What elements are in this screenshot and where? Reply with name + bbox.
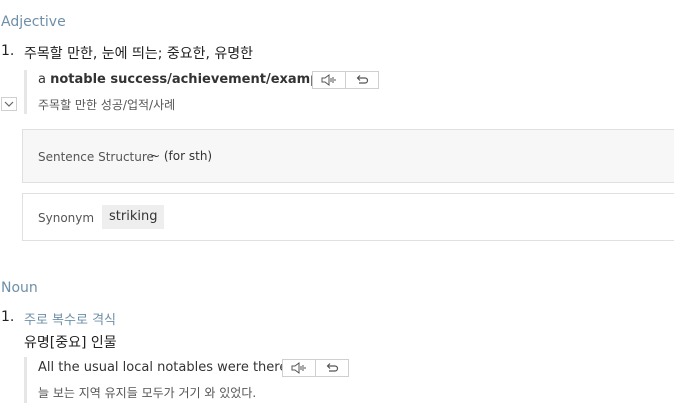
example-sentence: a notable success/achievement/example bbox=[38, 72, 333, 87]
expand-toggle[interactable] bbox=[1, 97, 17, 111]
example-prefix: a bbox=[38, 72, 46, 87]
speaker-button[interactable] bbox=[313, 72, 345, 88]
repeat-icon bbox=[356, 75, 369, 84]
example-translation: 늘 보는 지역 유지들 모두가 거기 와 있었다. bbox=[38, 386, 257, 400]
example-sentence: All the usual local notables were there. bbox=[38, 360, 292, 375]
example-audio-controls bbox=[312, 71, 379, 89]
definition: 주목할 만한, 눈에 띄는; 중요한, 유명한 bbox=[24, 46, 254, 62]
synonym-label: Synonym bbox=[38, 211, 95, 225]
speaker-icon bbox=[321, 74, 336, 86]
example-translation: 주목할 만한 성공/업적/사례 bbox=[38, 98, 176, 112]
sentence-structure-value: ~ (for sth) bbox=[150, 149, 213, 163]
definition: 유명[중요] 인물 bbox=[24, 335, 117, 351]
synonym-chip[interactable]: striking bbox=[102, 205, 165, 229]
speaker-button[interactable] bbox=[283, 360, 315, 376]
pos-label-noun: Noun bbox=[1, 280, 38, 296]
sentence-structure-label: Sentence Structure bbox=[38, 150, 154, 164]
example-bar bbox=[24, 357, 27, 403]
pos-label-adjective: Adjective bbox=[1, 14, 66, 30]
repeat-button[interactable] bbox=[315, 360, 348, 376]
speaker-icon bbox=[291, 362, 306, 374]
chevron-down-icon bbox=[4, 101, 14, 107]
repeat-button[interactable] bbox=[345, 72, 378, 88]
usage-note: 주로 복수로 격식 bbox=[24, 313, 116, 328]
example-audio-controls bbox=[282, 359, 349, 377]
repeat-icon bbox=[326, 363, 339, 372]
example-phrase: notable success/achievement/example bbox=[50, 72, 333, 87]
example-bar bbox=[24, 70, 27, 114]
sense-number: 1. bbox=[1, 309, 15, 325]
sense-number: 1. bbox=[1, 43, 15, 59]
